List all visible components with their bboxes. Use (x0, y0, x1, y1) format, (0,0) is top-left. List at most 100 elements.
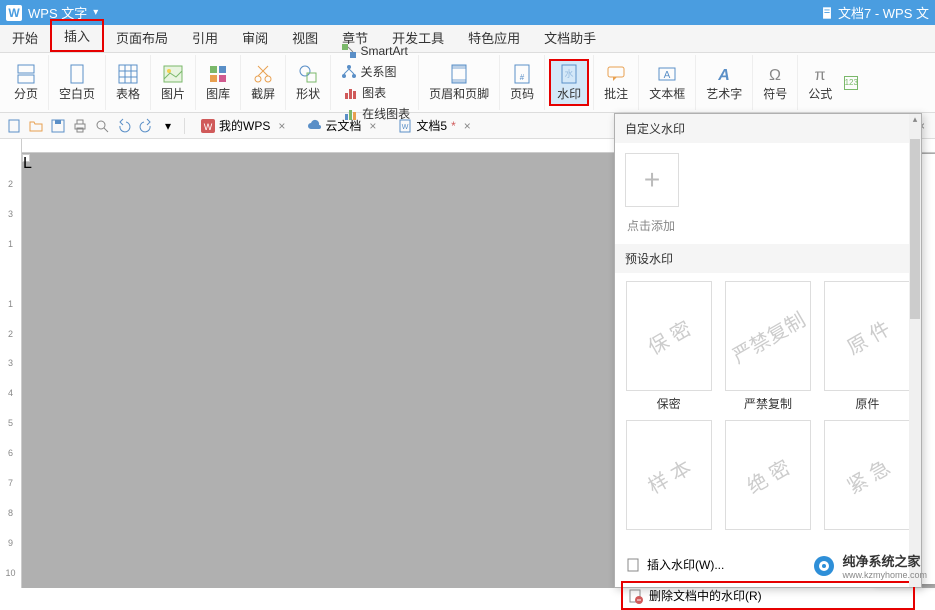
svg-text:A: A (664, 70, 671, 81)
cloud-icon (307, 119, 321, 133)
btn-symbol[interactable]: Ω 符号 (757, 61, 793, 104)
symbol-icon: Ω (764, 63, 786, 85)
page-number-icon: # (511, 63, 533, 85)
ribbon: 分页 空白页 表格 图片 图库 截屏 形状 (0, 53, 935, 113)
plus-icon: + (644, 164, 660, 196)
textbox-icon: A (656, 63, 678, 85)
doctab-doc5[interactable]: W 文档5 * × (390, 117, 478, 134)
tab-references[interactable]: 引用 (180, 23, 230, 52)
svg-text:W: W (402, 124, 409, 131)
doctab-mywps[interactable]: W 我的WPS × (193, 117, 293, 134)
svg-text:Ω: Ω (769, 67, 781, 84)
btn-page-break[interactable]: 分页 (8, 61, 44, 104)
new-doc-icon[interactable] (6, 118, 22, 134)
scrollbar-thumb[interactable] (910, 139, 920, 319)
document-icon (820, 6, 834, 20)
label: 我的WPS (219, 117, 270, 134)
label: 公式 (808, 85, 832, 102)
btn-blank-page[interactable]: 空白页 (53, 61, 101, 104)
more-icon[interactable]: 123 (844, 76, 858, 90)
svg-text:W: W (204, 122, 213, 132)
remove-watermark-icon (627, 588, 643, 604)
smartart-icon (341, 43, 357, 59)
btn-watermark[interactable]: 水 水印 (549, 59, 589, 106)
tab-review[interactable]: 审阅 (230, 23, 280, 52)
custom-watermark-header: 自定义水印 (615, 114, 921, 143)
label: 页眉和页脚 (429, 85, 489, 102)
label: 分页 (14, 85, 38, 102)
redo-icon[interactable] (138, 118, 154, 134)
label: 图表 (362, 84, 386, 101)
tab-page-layout[interactable]: 页面布局 (104, 23, 180, 52)
tab-doc-assistant[interactable]: 文档助手 (532, 23, 608, 52)
btn-comment[interactable]: 批注 (598, 61, 634, 104)
btn-formula[interactable]: π 公式 (802, 61, 838, 104)
doc-title: 文档7 - WPS 文 (838, 3, 929, 22)
save-icon[interactable] (50, 118, 66, 134)
preset-baomi[interactable]: 保 密 保密 (623, 281, 714, 412)
ruler-corner: L (22, 154, 30, 162)
label: SmartArt (360, 44, 407, 58)
label: 表格 (116, 85, 140, 102)
gallery-icon (207, 63, 229, 85)
brand-icon (812, 554, 836, 578)
page-break-icon (15, 63, 37, 85)
btn-image[interactable]: 图片 (155, 61, 191, 104)
btn-textbox[interactable]: A 文本框 (643, 61, 691, 104)
tab-special[interactable]: 特色应用 (456, 23, 532, 52)
print-preview-icon[interactable] (94, 118, 110, 134)
label: 关系图 (360, 63, 396, 80)
preset-yuanjian[interactable]: 原 件 原件 (822, 281, 913, 412)
close-icon[interactable]: × (464, 119, 471, 133)
titlebar: W WPS 文字 ▾ 文档7 - WPS 文 (0, 0, 935, 25)
add-watermark-button[interactable]: + (625, 153, 679, 207)
dropdown-icon[interactable]: ▾ (160, 118, 176, 134)
label: 云文档 (325, 117, 361, 134)
label: 水印 (557, 85, 581, 102)
preset-watermark-header: 预设水印 (615, 244, 921, 273)
preset-yanjin[interactable]: 严禁复制 严禁复制 (722, 281, 813, 412)
preset-yangben[interactable]: 样 本 (623, 420, 714, 534)
label: 图片 (161, 85, 185, 102)
label: 符号 (763, 85, 787, 102)
preset-juemi[interactable]: 绝 密 (722, 420, 813, 534)
btn-header-footer[interactable]: 页眉和页脚 (423, 61, 495, 104)
label: 空白页 (59, 85, 95, 102)
btn-chart[interactable]: 图表 (339, 82, 414, 103)
btn-wordart[interactable]: A 艺术字 (700, 61, 748, 104)
vertical-ruler: 23112345678910 (0, 139, 22, 588)
open-icon[interactable] (28, 118, 44, 134)
doc-icon: W (398, 119, 412, 133)
tab-start[interactable]: 开始 (0, 23, 50, 52)
panel-scrollbar[interactable]: ▴ (909, 114, 921, 587)
tab-view[interactable]: 视图 (280, 23, 330, 52)
doctab-cloud[interactable]: 云文档 × (299, 117, 384, 134)
relation-icon (341, 64, 357, 80)
print-icon[interactable] (72, 118, 88, 134)
preset-grid: 保 密 保密 严禁复制 严禁复制 原 件 原件 样 本 绝 密 紧 急 (615, 273, 921, 542)
tab-insert[interactable]: 插入 (50, 19, 104, 52)
label: 形状 (296, 85, 320, 102)
btn-page-number[interactable]: # 页码 (504, 61, 540, 104)
btn-gallery[interactable]: 图库 (200, 61, 236, 104)
svg-text:#: # (520, 73, 525, 82)
btn-relation[interactable]: 关系图 (337, 61, 411, 82)
scissors-icon (252, 63, 274, 85)
main-tabs: 开始 插入 页面布局 引用 审阅 视图 章节 开发工具 特色应用 文档助手 (0, 25, 935, 53)
btn-shapes[interactable]: 形状 (290, 61, 326, 104)
preset-jinji[interactable]: 紧 急 (822, 420, 913, 534)
label: 文档5 (416, 117, 447, 134)
undo-icon[interactable] (116, 118, 132, 134)
menu-remove-watermark[interactable]: 删除文档中的水印(R) (621, 581, 915, 610)
label: 插入水印(W)... (647, 556, 724, 573)
brand-name: 纯净系统之家 (842, 551, 927, 570)
btn-screenshot[interactable]: 截屏 (245, 61, 281, 104)
wps-logo-icon: W (201, 119, 215, 133)
close-icon[interactable]: × (369, 119, 376, 133)
close-icon[interactable]: × (278, 119, 285, 133)
chart-icon (343, 85, 359, 101)
btn-table[interactable]: 表格 (110, 61, 146, 104)
app-dropdown-icon[interactable]: ▾ (93, 7, 98, 18)
blank-page-icon (66, 63, 88, 85)
btn-smartart[interactable]: SmartArt (337, 41, 411, 61)
